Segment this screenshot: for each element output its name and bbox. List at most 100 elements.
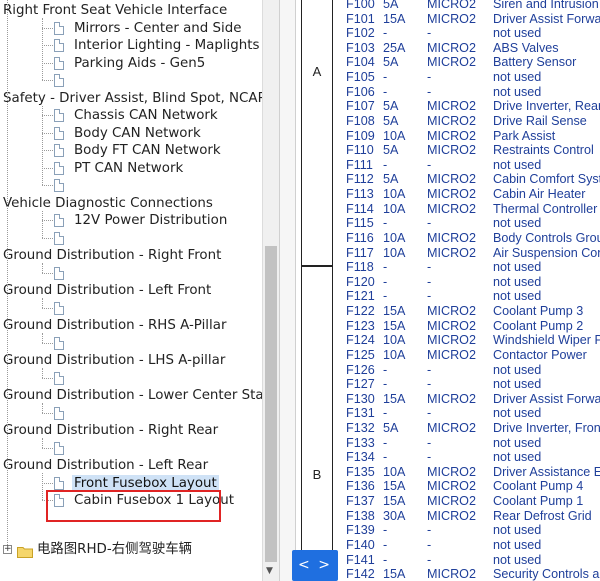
fuse-description: not used (493, 289, 542, 304)
fuse-rating: 15A (383, 479, 406, 494)
fuse-description: not used (493, 377, 542, 392)
document-icon (54, 371, 64, 385)
fuse-type: MICRO2 (427, 479, 476, 494)
tree-item[interactable]: PT CAN Network (74, 160, 183, 177)
fuse-id: F130 (346, 391, 375, 406)
expand-toggle-icon[interactable]: + (3, 545, 12, 554)
fuse-id: F110 (346, 143, 374, 158)
fuse-description: Battery Sensor (493, 55, 577, 70)
fuse-type: MICRO2 (427, 567, 476, 581)
fuse-id: F134 (346, 450, 375, 465)
tree-connector (42, 62, 53, 64)
fuse-description: Contactor Power (493, 347, 587, 362)
tree-item[interactable]: Body CAN Network (74, 125, 201, 142)
tree-connector (7, 0, 8, 545)
fuse-type: MICRO2 (427, 304, 476, 319)
fuse-description: Coolant Pump 4 (493, 479, 584, 494)
fuse-id: F108 (346, 113, 375, 128)
section-b-label: B (312, 467, 322, 482)
fuse-id: F136 (346, 479, 375, 494)
fuse-rating: - (383, 274, 388, 289)
tree-folder-label[interactable]: 电路图RHD-右侧驾驶车辆 (37, 541, 192, 558)
fuse-rating: - (383, 84, 388, 99)
fuse-rating: - (383, 406, 388, 421)
scrollbar-thumb[interactable] (265, 246, 277, 562)
scroll-down-arrow-icon[interactable]: ▼ (266, 566, 273, 576)
tree-item[interactable]: Interior Lighting - Maplights (74, 37, 260, 54)
document-icon (54, 406, 64, 420)
fuse-id: F120 (346, 274, 375, 289)
fuse-description: not used (493, 260, 542, 275)
fuse-rating: 30A (383, 508, 406, 523)
fuse-rating: - (383, 216, 388, 231)
tree-item[interactable]: Parking Aids - Gen5 (74, 55, 205, 72)
fuse-description: Air Suspension Control (493, 245, 600, 260)
fuse-description: not used (493, 26, 542, 41)
fuse-id: F123 (346, 318, 375, 333)
fuse-description: Coolant Pump 2 (493, 318, 584, 333)
fuse-description: not used (493, 274, 542, 289)
fuse-description: Coolant Pump 1 (493, 494, 584, 509)
fuse-rating: - (383, 523, 388, 538)
fuse-description: not used (493, 552, 542, 567)
tree-group-label[interactable]: Ground Distribution - Right Rear (3, 422, 218, 439)
fuse-rating: - (383, 362, 388, 377)
tree-group-label[interactable]: Vehicle Diagnostic Connections (3, 195, 213, 212)
fuse-id: F100 (346, 0, 375, 11)
tree-item-label: Body CAN Network (74, 125, 201, 141)
fuse-rating: 5A (383, 55, 399, 70)
fuse-description: not used (493, 450, 542, 465)
vertical-scrollbar[interactable]: ▼ (262, 0, 280, 581)
fuse-description: Cabin Air Heater (493, 187, 586, 202)
fuse-description: not used (493, 435, 542, 450)
fuse-type: - (427, 377, 432, 392)
fuse-type: - (427, 70, 432, 85)
tree-connector (42, 482, 53, 484)
tree-item-label: Chassis CAN Network (74, 108, 218, 123)
tree-connector (42, 220, 53, 221)
section-b-box: B (301, 266, 333, 581)
fuse-type: - (427, 289, 432, 304)
fuse-rating: 5A (383, 172, 399, 187)
tree-group-label[interactable]: Ground Distribution - Lower Center Stack (3, 387, 262, 404)
tree-item[interactable]: Chassis CAN Network (74, 107, 218, 124)
panel-splitter[interactable] (279, 0, 296, 581)
tree-connector (42, 447, 53, 449)
tree-panel: Right Front Seat Vehicle Interface Mirror… (0, 0, 262, 581)
fuse-type: - (427, 552, 432, 567)
fuse-description: not used (493, 523, 542, 538)
fuse-rating: 10A (383, 187, 406, 202)
fuse-type: - (427, 450, 432, 465)
tree-group-label[interactable]: Ground Distribution - Left Rear (3, 457, 208, 474)
tree-item[interactable]: 12V Power Distribution (74, 212, 227, 229)
fuse-description: Driver Assist Forward (493, 11, 600, 26)
fuse-type: MICRO2 (427, 99, 476, 114)
fuse-id: F114 (346, 201, 374, 216)
tree-item-label: Body FT CAN Network (74, 143, 221, 158)
document-icon (54, 161, 64, 175)
fuse-rating: 10A (383, 230, 406, 245)
section-a-label: A (312, 64, 322, 79)
fuse-rating: 10A (383, 333, 406, 348)
tree-group-label[interactable]: Ground Distribution - Right Front (3, 247, 221, 264)
fuse-rating: 10A (383, 128, 406, 143)
tree-group-label[interactable]: Safety - Driver Assist, Blind Spot, NCAP (3, 90, 262, 107)
tree-group-label[interactable]: Ground Distribution - LHS A-pillar (3, 352, 225, 369)
tree-group-label[interactable]: Ground Distribution - Left Front (3, 282, 211, 299)
document-icon (54, 266, 64, 280)
fuse-id: F106 (346, 84, 375, 99)
section-a-box: A (301, 0, 333, 266)
tree-item-label: Parking Aids - Gen5 (74, 55, 206, 71)
tree-connector (42, 18, 43, 80)
fuse-description: Coolant Pump 3 (493, 304, 584, 319)
tree-group-label[interactable]: Ground Distribution - RHS A-Pillar (3, 317, 226, 334)
tree-item[interactable]: Body FT CAN Network (74, 142, 221, 159)
nav-toggle-button[interactable]: < > (292, 550, 338, 581)
fuse-id: F109 (346, 128, 375, 143)
fuse-id: F133 (346, 435, 375, 450)
fuse-description: Park Assist (493, 128, 556, 143)
fuse-type: MICRO2 (427, 128, 476, 143)
tree-item-selected[interactable]: Front Fusebox Layout (72, 474, 219, 492)
tree-group-label[interactable]: Right Front Seat Vehicle Interface (3, 2, 227, 19)
tree-item[interactable]: Mirrors - Center and Side (74, 20, 242, 37)
